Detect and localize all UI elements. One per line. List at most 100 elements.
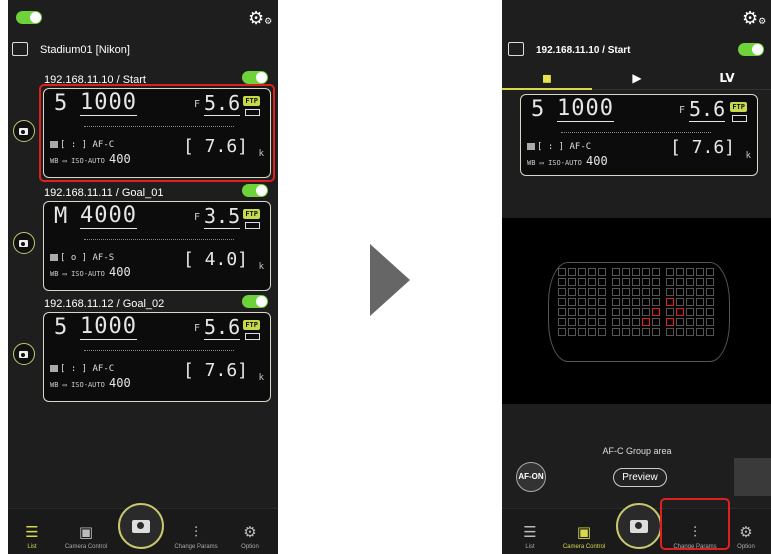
camera-status-panel[interactable]: 5 1000 F 5.6 FTP [ : ] AF-C WB ▭ ISO-AUT… (43, 312, 271, 402)
iso-label: ISO-AUTO (71, 381, 105, 389)
remaining-unit: k (258, 262, 264, 272)
af-point (666, 328, 674, 336)
shutter-release-button[interactable] (616, 503, 662, 549)
shoot-camera-icon[interactable] (13, 120, 35, 142)
af-point (642, 288, 650, 296)
camera-status-panel[interactable]: M 4000 F 3.5 FTP [ o ] AF-S WB ▭ ISO-AUT… (43, 201, 271, 291)
exposure-mode: 5 (531, 97, 546, 122)
af-point (666, 288, 674, 296)
af-point (612, 268, 620, 276)
af-point (706, 298, 714, 306)
af-point (686, 328, 694, 336)
af-point (642, 318, 650, 326)
preview-button[interactable]: Preview (613, 468, 667, 487)
af-point (642, 308, 650, 316)
af-point (632, 298, 640, 306)
af-point (652, 328, 660, 336)
af-point (686, 268, 694, 276)
af-mode: [ : ] AF-C (527, 142, 591, 152)
af-point (598, 268, 606, 276)
exposure-scale (561, 125, 711, 133)
af-point (598, 308, 606, 316)
iso-info: WB ▭ ISO-AUTO 400 (50, 265, 131, 279)
settings-gear-icon[interactable]: ⚙⚙ (742, 10, 766, 31)
iso-value: 400 (109, 265, 131, 279)
tab-change-params[interactable]: ⫶ Change Params (168, 522, 224, 550)
af-point (558, 328, 566, 336)
af-point (676, 328, 684, 336)
af-point (632, 288, 640, 296)
play-icon: ▶ (632, 71, 642, 85)
af-point (598, 278, 606, 286)
iso-info: WB ▭ ISO-AUTO 400 (50, 376, 131, 390)
camera-toggle[interactable] (738, 43, 764, 56)
left-screen: ⚙⚙ Stadium01 [Nikon] 192.168.11.10 / Sta… (8, 0, 278, 554)
remaining-shots: [ 4.0] (182, 249, 248, 270)
camera-control-icon: ▣ (78, 523, 94, 541)
af-point (686, 288, 694, 296)
tab-camera-control[interactable]: ▣ Camera Control (556, 522, 612, 550)
af-point (578, 308, 586, 316)
camera-toggle[interactable] (242, 184, 268, 197)
af-area-mode: AF-C Group area (602, 446, 672, 456)
tab-option[interactable]: ⚙ Option (222, 522, 278, 550)
tab-camera[interactable]: ◼ (502, 66, 592, 90)
camera-address: 192.168.11.12 / Goal_02 (44, 298, 165, 310)
iso-info: WB ▭ ISO-AUTO 400 (527, 154, 608, 168)
last-image-thumbnail[interactable] (734, 458, 771, 496)
af-point (622, 268, 630, 276)
arrow-right-icon (370, 244, 410, 316)
camera-toggle[interactable] (242, 71, 268, 84)
master-toggle[interactable] (16, 11, 42, 24)
shutter-release-button[interactable] (118, 503, 164, 549)
battery-icon (732, 115, 747, 122)
af-point (686, 308, 694, 316)
af-point (642, 278, 650, 286)
shoot-camera-icon[interactable] (13, 232, 35, 254)
ftp-badge: FTP (243, 209, 260, 219)
sliders-icon: ⫶ (194, 523, 198, 541)
af-point (568, 298, 576, 306)
af-point (666, 278, 674, 286)
af-point (558, 288, 566, 296)
remaining-unit: k (258, 373, 264, 383)
af-point (666, 298, 674, 306)
ftp-badge: FTP (243, 320, 260, 330)
af-point (686, 278, 694, 286)
af-point (706, 288, 714, 296)
shoot-camera-icon[interactable] (13, 343, 35, 365)
settings-gear-icon[interactable]: ⚙⚙ (248, 10, 272, 31)
tab-list[interactable]: ☰ List (8, 522, 60, 550)
f-prefix: F (194, 212, 201, 223)
af-point (622, 308, 630, 316)
af-on-button[interactable]: AF-ON (516, 462, 546, 492)
af-point (622, 288, 630, 296)
af-point (568, 308, 576, 316)
aperture: 5.6 (689, 97, 726, 122)
tab-list[interactable]: ☰ List (502, 522, 558, 550)
selected-highlight (39, 84, 275, 182)
af-point (676, 278, 684, 286)
list-icon: ☰ (523, 523, 537, 541)
af-point (588, 288, 596, 296)
af-point (568, 288, 576, 296)
exposure-scale (84, 343, 234, 351)
af-point (558, 318, 566, 326)
tab-live-view[interactable]: LV (682, 66, 771, 90)
tab-camera-control[interactable]: ▣ Camera Control (58, 522, 114, 550)
af-point (676, 318, 684, 326)
tab-playback[interactable]: ▶ (592, 66, 682, 90)
af-point (622, 318, 630, 326)
af-point (612, 328, 620, 336)
af-point (652, 278, 660, 286)
af-point (706, 308, 714, 316)
aperture: 3.5 (204, 204, 241, 229)
wb-label: WB (50, 381, 59, 389)
af-point (666, 318, 674, 326)
af-point (598, 288, 606, 296)
af-point (622, 278, 630, 286)
camera-toggle[interactable] (242, 295, 268, 308)
af-area-display (502, 218, 771, 404)
af-point (632, 318, 640, 326)
af-point (558, 308, 566, 316)
